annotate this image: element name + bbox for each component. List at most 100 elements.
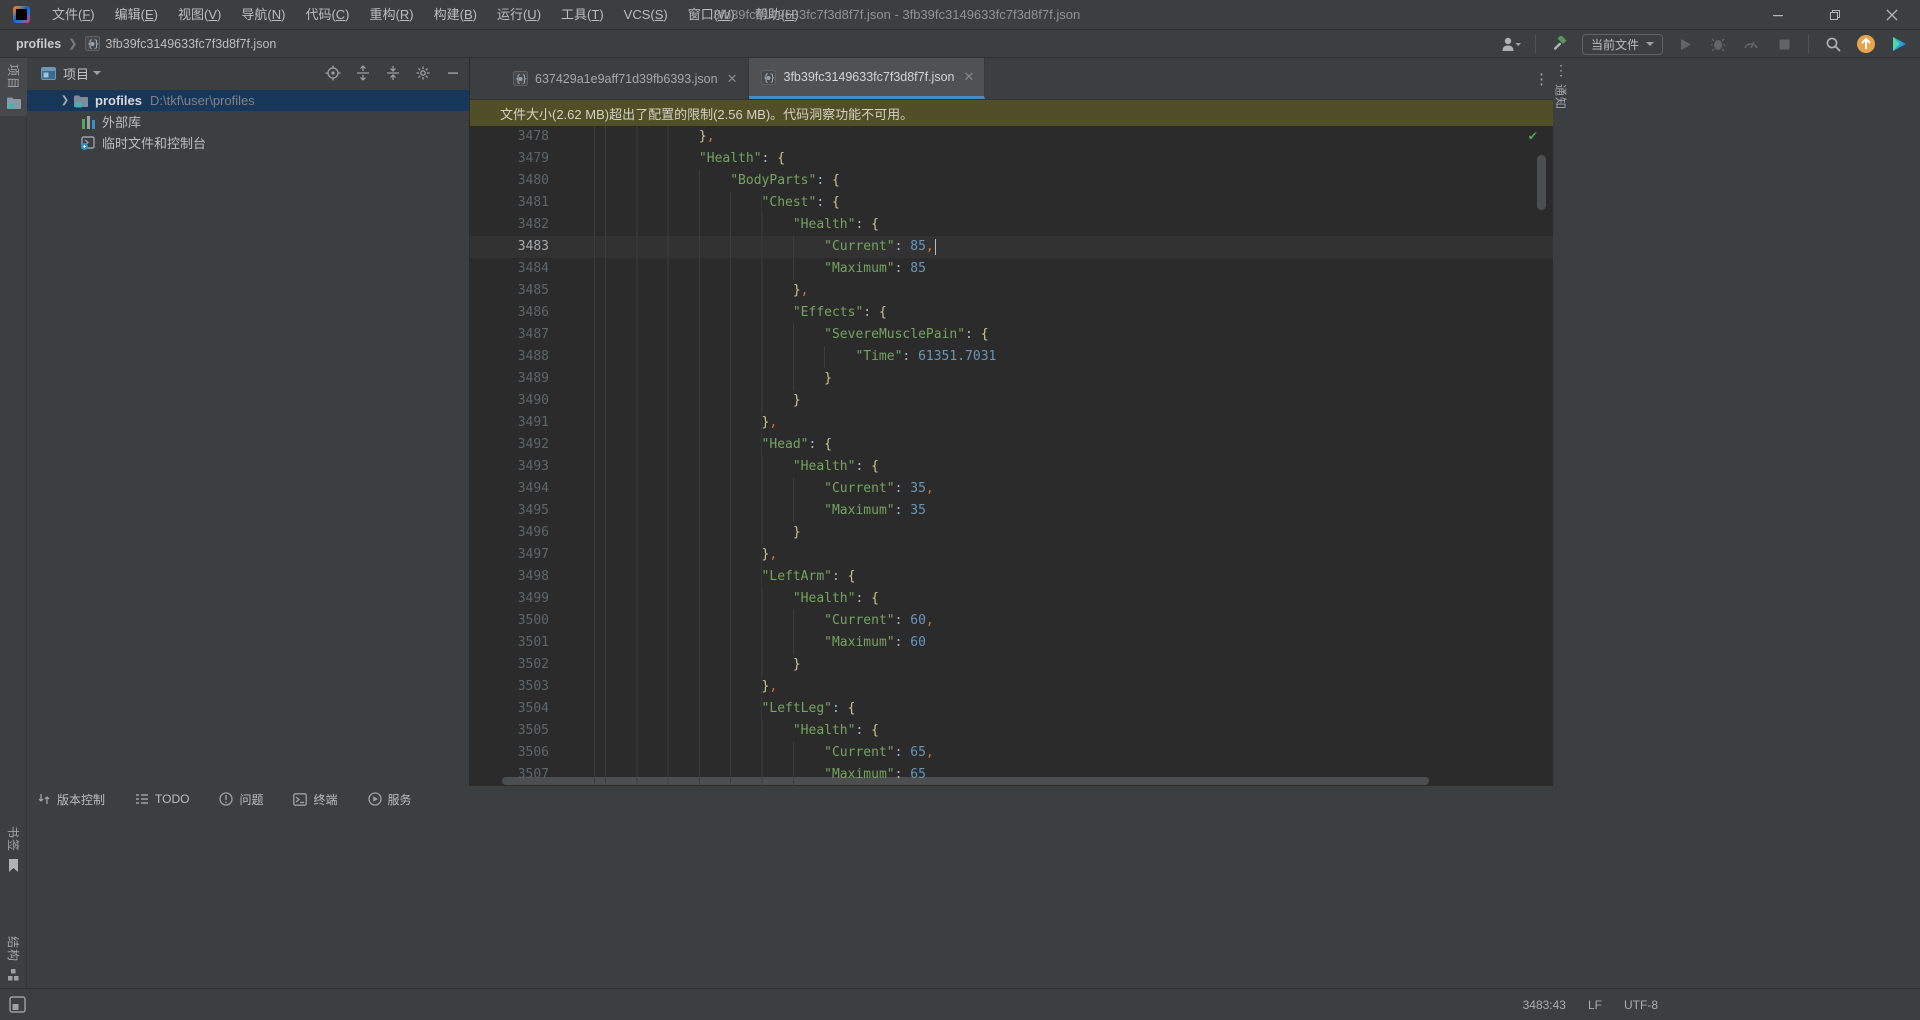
line-number[interactable]: 3487 — [470, 324, 594, 346]
update-icon[interactable] — [1855, 33, 1877, 55]
code-line[interactable]: 3488 "Time": 61351.7031 — [470, 346, 1553, 368]
line-number[interactable]: 3482 — [470, 214, 594, 236]
run-icon[interactable] — [1674, 33, 1696, 55]
tab-close-icon[interactable]: ✕ — [963, 69, 974, 85]
line-number[interactable]: 3501 — [470, 632, 594, 654]
menu-b[interactable]: 构建(B) — [424, 0, 487, 29]
line-number[interactable]: 3499 — [470, 588, 594, 610]
tool-window-button-terminal[interactable]: 终端 — [293, 791, 338, 808]
locate-icon[interactable] — [325, 65, 341, 81]
chevron-right-icon[interactable]: ❯ — [57, 93, 73, 109]
close-button[interactable] — [1863, 0, 1920, 30]
search-icon[interactable] — [1822, 33, 1844, 55]
line-number[interactable]: 3497 — [470, 544, 594, 566]
line-number[interactable]: 3479 — [470, 148, 594, 170]
tree-item-scratch[interactable]: 临时文件和控制台 — [27, 132, 469, 153]
code-line[interactable]: 3489 } — [470, 368, 1553, 390]
hide-icon[interactable] — [445, 65, 461, 81]
line-number[interactable]: 3493 — [470, 456, 594, 478]
code-line[interactable]: 3496 } — [470, 522, 1553, 544]
chevron-down-icon[interactable] — [93, 71, 102, 75]
menu-f[interactable]: 文件(F) — [42, 0, 105, 29]
code-line[interactable]: 3501 "Maximum": 60 — [470, 632, 1553, 654]
line-number[interactable]: 3485 — [470, 280, 594, 302]
line-number[interactable]: 3483 — [470, 236, 594, 258]
line-number[interactable]: 3491 — [470, 412, 594, 434]
code-line[interactable]: 3491 }, — [470, 412, 1553, 434]
line-number[interactable]: 3498 — [470, 566, 594, 588]
code-line[interactable]: 3485 }, — [470, 280, 1553, 302]
line-number[interactable]: 3506 — [470, 742, 594, 764]
line-number[interactable]: 3486 — [470, 302, 594, 324]
line-number[interactable]: 3478 — [470, 126, 594, 148]
tool-window-layout-icon[interactable] — [9, 996, 26, 1013]
line-number[interactable]: 3500 — [470, 610, 594, 632]
collapse-all-icon[interactable] — [385, 65, 401, 81]
line-number[interactable]: 3480 — [470, 170, 594, 192]
breadcrumb-file[interactable]: 3fb39fc3149633fc7f3d8f7f.json — [105, 37, 276, 51]
encoding-widget[interactable]: UTF-8 — [1624, 998, 1658, 1012]
line-number[interactable]: 3495 — [470, 500, 594, 522]
code-line[interactable]: 3495 "Maximum": 35 — [470, 500, 1553, 522]
caret-position-widget[interactable]: 3483:43 — [1523, 998, 1566, 1012]
line-number[interactable]: 3489 — [470, 368, 594, 390]
debug-icon[interactable] — [1707, 33, 1729, 55]
plugin-play-icon[interactable] — [1888, 33, 1910, 55]
code-line[interactable]: 3484 "Maximum": 85 — [470, 258, 1553, 280]
code-line[interactable]: 3481 "Chest": { — [470, 192, 1553, 214]
build-hammer-icon[interactable] — [1549, 33, 1571, 55]
line-number[interactable]: 3481 — [470, 192, 594, 214]
line-separator-widget[interactable]: LF — [1588, 998, 1602, 1012]
code-line[interactable]: 3492 "Head": { — [470, 434, 1553, 456]
menu-t[interactable]: 工具(T) — [551, 0, 614, 29]
code-line[interactable]: 3506 "Current": 65, — [470, 742, 1553, 764]
line-number[interactable]: 3488 — [470, 346, 594, 368]
code-editor[interactable]: ✔ 3478 }, 3479 "Health": {3480 "BodyParts… — [470, 126, 1553, 786]
tree-item-lib[interactable]: 外部库 — [27, 111, 469, 132]
stripe-button-structure[interactable]: 结构 — [0, 936, 27, 981]
menu-vcss[interactable]: VCS(S) — [614, 0, 678, 29]
tool-window-button-problems[interactable]: 问题 — [219, 791, 263, 808]
line-number[interactable]: 3494 — [470, 478, 594, 500]
line-number[interactable]: 3496 — [470, 522, 594, 544]
code-line[interactable]: 3478 }, — [470, 126, 1553, 148]
code-line[interactable]: 3498 "LeftArm": { — [470, 566, 1553, 588]
stripe-button-bookmarks[interactable]: 书签 — [0, 826, 27, 873]
menu-v[interactable]: 视图(V) — [168, 0, 231, 29]
tab-list-icon[interactable]: ⋮ — [1534, 70, 1549, 88]
code-line[interactable]: 3493 "Health": { — [470, 456, 1553, 478]
restore-button[interactable] — [1806, 0, 1863, 30]
breadcrumb-root[interactable]: profiles — [16, 37, 61, 51]
line-number[interactable]: 3505 — [470, 720, 594, 742]
run-configuration-select[interactable]: 当前文件 — [1581, 33, 1663, 55]
code-line[interactable]: 3500 "Current": 60, — [470, 610, 1553, 632]
settings-gear-icon[interactable] — [415, 65, 431, 81]
code-line[interactable]: 3480 "BodyParts": { — [470, 170, 1553, 192]
line-number[interactable]: 3504 — [470, 698, 594, 720]
code-line[interactable]: 3494 "Current": 35, — [470, 478, 1553, 500]
menu-n[interactable]: 导航(N) — [231, 0, 295, 29]
menu-e[interactable]: 编辑(E) — [105, 0, 168, 29]
expand-all-icon[interactable] — [355, 65, 371, 81]
menu-u[interactable]: 运行(U) — [487, 0, 551, 29]
stop-icon[interactable] — [1773, 33, 1795, 55]
minimize-button[interactable] — [1749, 0, 1806, 30]
code-line[interactable]: 3499 "Health": { — [470, 588, 1553, 610]
menu-c[interactable]: 代码(C) — [295, 0, 359, 29]
code-line[interactable]: 3479 "Health": { — [470, 148, 1553, 170]
tab-close-icon[interactable]: ✕ — [727, 71, 738, 87]
editor-tab-active[interactable]: {} 3fb39fc3149633fc7f3d8f7f.json ✕ — [748, 58, 986, 99]
code-line[interactable]: 3490 } — [470, 390, 1553, 412]
editor-tab[interactable]: {} 637429a1e9aff71d39fb6393.json ✕ — [500, 58, 749, 99]
code-line[interactable]: 3482 "Health": { — [470, 214, 1553, 236]
code-line[interactable]: 3507 "Maximum": 65 — [470, 764, 1553, 786]
tool-window-button-services[interactable]: 服务 — [367, 791, 412, 808]
line-number[interactable]: 3484 — [470, 258, 594, 280]
menu-r[interactable]: 重构(R) — [360, 0, 424, 29]
code-line[interactable]: 3502 } — [470, 654, 1553, 676]
code-line[interactable]: 3497 }, — [470, 544, 1553, 566]
tool-window-button-todo[interactable]: TODO — [135, 792, 189, 806]
line-number[interactable]: 3490 — [470, 390, 594, 412]
stripe-button-project[interactable]: 项目 — [0, 58, 27, 117]
user-icon[interactable] — [1500, 33, 1522, 55]
